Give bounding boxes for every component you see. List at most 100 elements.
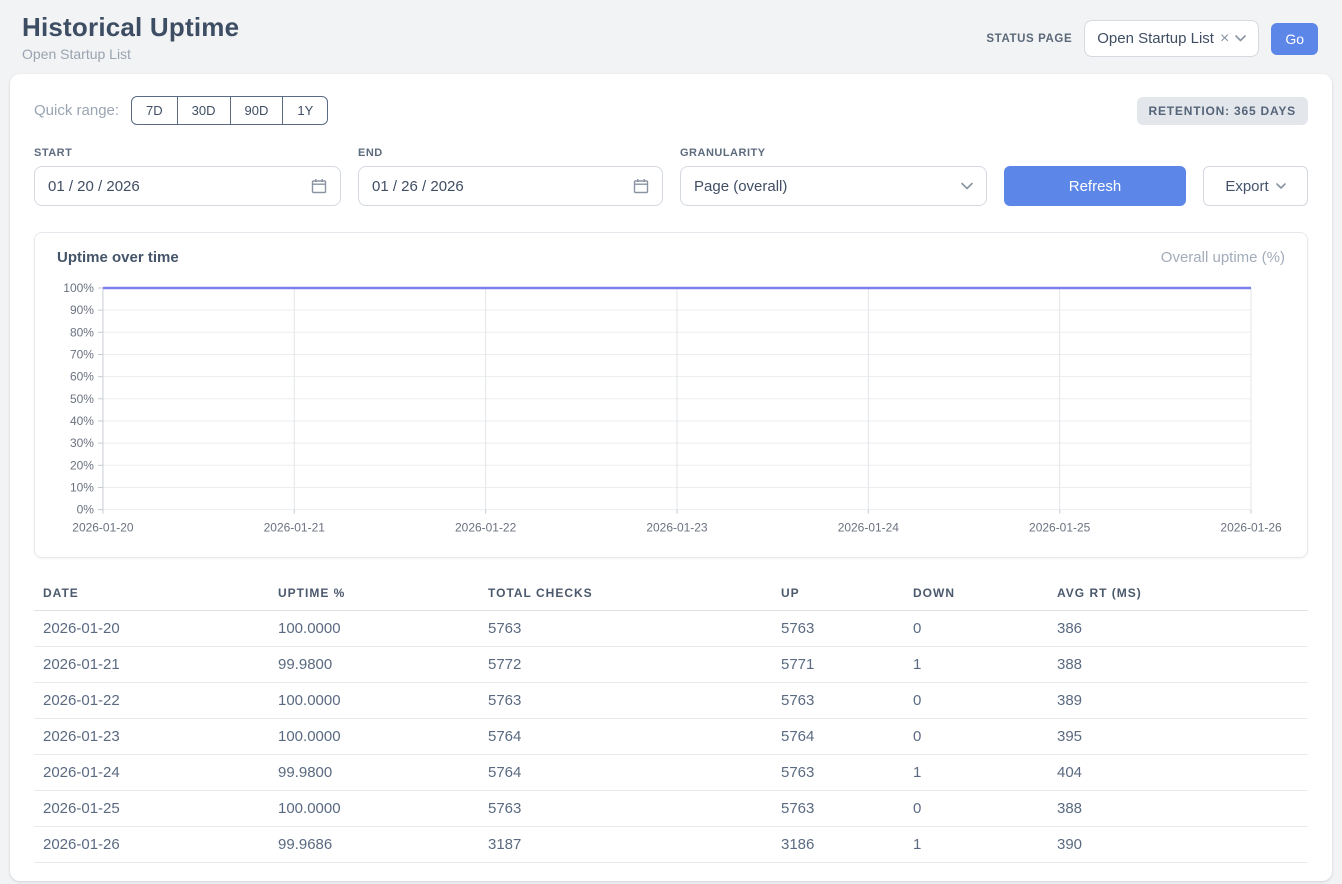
chart-title: Uptime over time	[57, 249, 179, 266]
quick-range-segmented: 7D 30D 90D 1Y	[131, 96, 328, 125]
controls-row-2: START 01 / 20 / 2026 END 01 / 26 / 2026 …	[34, 147, 1308, 206]
cell-total-checks: 5764	[488, 754, 781, 790]
quick-range-30d-button[interactable]: 30D	[178, 96, 231, 125]
cell-avg-rt: 404	[1057, 754, 1308, 790]
svg-text:2026-01-23: 2026-01-23	[646, 521, 708, 535]
table-header-row: DATEUPTIME %TOTAL CHECKSUPDOWNAVG RT (MS…	[34, 582, 1308, 611]
end-date-field: END 01 / 26 / 2026	[358, 147, 663, 206]
svg-text:80%: 80%	[70, 325, 94, 339]
granularity-select[interactable]: Page (overall)	[680, 166, 987, 206]
cell-uptime-pct: 99.9800	[278, 646, 488, 682]
quick-range-label: Quick range:	[34, 102, 119, 119]
svg-text:90%: 90%	[70, 303, 94, 317]
end-date-label: END	[358, 147, 663, 159]
granularity-label: GRANULARITY	[680, 147, 987, 159]
cell-date: 2026-01-21	[34, 646, 278, 682]
status-page-label: STATUS PAGE	[986, 33, 1072, 45]
svg-text:30%: 30%	[70, 436, 94, 450]
start-date-input[interactable]: 01 / 20 / 2026	[34, 166, 341, 206]
cell-down: 0	[913, 610, 1057, 646]
cell-date: 2026-01-23	[34, 718, 278, 754]
cell-avg-rt: 388	[1057, 790, 1308, 826]
svg-text:0%: 0%	[77, 503, 95, 517]
uptime-table: DATEUPTIME %TOTAL CHECKSUPDOWNAVG RT (MS…	[34, 582, 1308, 863]
header-right: STATUS PAGE Open Startup List × Go	[986, 20, 1318, 57]
cell-down: 1	[913, 754, 1057, 790]
status-page-select[interactable]: Open Startup List ×	[1084, 20, 1259, 57]
cell-down: 1	[913, 646, 1057, 682]
cell-total-checks: 3187	[488, 826, 781, 862]
column-header-date: DATE	[34, 582, 278, 611]
calendar-icon[interactable]	[311, 178, 327, 194]
svg-text:2026-01-21: 2026-01-21	[264, 521, 326, 535]
calendar-icon[interactable]	[633, 178, 649, 194]
svg-text:50%: 50%	[70, 392, 94, 406]
cell-up: 5763	[781, 754, 913, 790]
cell-uptime-pct: 100.0000	[278, 790, 488, 826]
controls-row-1: Quick range: 7D 30D 90D 1Y RETENTION: 36…	[34, 96, 1308, 125]
svg-text:40%: 40%	[70, 414, 94, 428]
quick-range-group: Quick range: 7D 30D 90D 1Y	[34, 96, 328, 125]
cell-up: 3186	[781, 826, 913, 862]
cell-uptime-pct: 99.9686	[278, 826, 488, 862]
svg-text:2026-01-24: 2026-01-24	[838, 521, 900, 535]
table-row: 2026-01-20100.0000576357630386	[34, 610, 1308, 646]
title-block: Historical Uptime Open Startup List	[22, 12, 239, 62]
refresh-button[interactable]: Refresh	[1004, 166, 1186, 206]
cell-up: 5771	[781, 646, 913, 682]
cell-up: 5764	[781, 718, 913, 754]
table-row: 2026-01-22100.0000576357630389	[34, 682, 1308, 718]
quick-range-7d-button[interactable]: 7D	[131, 96, 178, 125]
svg-text:60%: 60%	[70, 370, 94, 384]
cell-total-checks: 5763	[488, 682, 781, 718]
cell-down: 1	[913, 826, 1057, 862]
cell-avg-rt: 389	[1057, 682, 1308, 718]
start-date-field: START 01 / 20 / 2026	[34, 147, 341, 206]
cell-uptime-pct: 100.0000	[278, 718, 488, 754]
cell-up: 5763	[781, 610, 913, 646]
go-button[interactable]: Go	[1271, 23, 1318, 55]
granularity-value: Page (overall)	[694, 178, 787, 195]
column-header-down: DOWN	[913, 582, 1057, 611]
cell-avg-rt: 388	[1057, 646, 1308, 682]
cell-total-checks: 5772	[488, 646, 781, 682]
chevron-down-icon	[961, 182, 973, 190]
table-row: 2026-01-2499.9800576457631404	[34, 754, 1308, 790]
cell-date: 2026-01-25	[34, 790, 278, 826]
cell-total-checks: 5763	[488, 790, 781, 826]
svg-text:2026-01-20: 2026-01-20	[72, 521, 134, 535]
table-row: 2026-01-23100.0000576457640395	[34, 718, 1308, 754]
svg-text:20%: 20%	[70, 458, 94, 472]
cell-down: 0	[913, 718, 1057, 754]
quick-range-90d-button[interactable]: 90D	[231, 96, 284, 125]
column-header-up: UP	[781, 582, 913, 611]
svg-text:2026-01-22: 2026-01-22	[455, 521, 517, 535]
chart-legend: Overall uptime (%)	[1161, 249, 1285, 266]
table-row: 2026-01-2199.9800577257711388	[34, 646, 1308, 682]
export-button[interactable]: Export	[1203, 166, 1308, 206]
chevron-down-icon	[1276, 183, 1286, 190]
cell-up: 5763	[781, 682, 913, 718]
chart-header: Uptime over time Overall uptime (%)	[55, 249, 1287, 276]
status-page-selected-value: Open Startup List	[1097, 30, 1214, 47]
start-date-value: 01 / 20 / 2026	[48, 178, 140, 195]
uptime-line-chart[interactable]: 0%10%20%30%40%50%60%70%80%90%100%2026-01…	[55, 276, 1287, 542]
cell-uptime-pct: 100.0000	[278, 682, 488, 718]
chevron-down-icon	[1235, 35, 1246, 42]
page-subtitle: Open Startup List	[22, 46, 239, 62]
start-date-label: START	[34, 147, 341, 159]
cell-total-checks: 5763	[488, 610, 781, 646]
cell-avg-rt: 395	[1057, 718, 1308, 754]
column-header-total-checks: TOTAL CHECKS	[488, 582, 781, 611]
end-date-input[interactable]: 01 / 26 / 2026	[358, 166, 663, 206]
quick-range-1y-button[interactable]: 1Y	[283, 96, 328, 125]
end-date-value: 01 / 26 / 2026	[372, 178, 464, 195]
granularity-field: GRANULARITY Page (overall)	[680, 147, 987, 206]
table-row: 2026-01-25100.0000576357630388	[34, 790, 1308, 826]
cell-up: 5763	[781, 790, 913, 826]
retention-badge: RETENTION: 365 DAYS	[1137, 97, 1308, 125]
column-header-avg-rt: AVG RT (MS)	[1057, 582, 1308, 611]
cell-avg-rt: 390	[1057, 826, 1308, 862]
page-title: Historical Uptime	[22, 12, 239, 43]
clear-selection-icon[interactable]: ×	[1220, 31, 1229, 47]
